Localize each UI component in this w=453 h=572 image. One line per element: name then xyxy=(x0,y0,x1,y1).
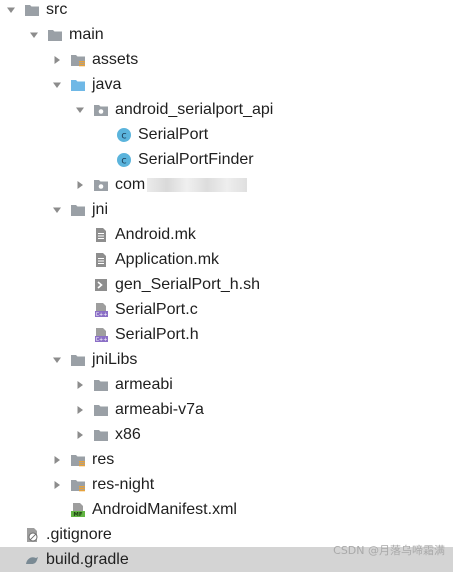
tree-item[interactable]: c SerialPortFinder xyxy=(0,147,453,172)
tree-item-label: src xyxy=(46,1,68,18)
cpp-file-icon: C++ xyxy=(93,302,109,318)
svg-text:C++: C++ xyxy=(96,337,108,343)
expand-arrow-icon[interactable] xyxy=(51,204,63,216)
tree-item[interactable]: android_serialport_api xyxy=(0,97,453,122)
tree-item[interactable]: assets xyxy=(0,47,453,72)
tree-item-label: armeabi xyxy=(115,376,173,393)
tree-item[interactable]: x86 xyxy=(0,422,453,447)
tree-item[interactable]: res xyxy=(0,447,453,472)
tree-item-label: assets xyxy=(92,51,139,68)
tree-item[interactable]: jni xyxy=(0,197,453,222)
redacted-blur xyxy=(147,177,248,192)
expand-arrow-icon[interactable] xyxy=(51,354,63,366)
folder-icon xyxy=(93,377,109,393)
tree-item[interactable]: c SerialPort xyxy=(0,122,453,147)
resource-folder-icon xyxy=(70,52,86,68)
tree-item-label: com xyxy=(115,176,146,193)
manifest-file-icon: MF xyxy=(70,502,86,518)
tree-item[interactable]: com xyxy=(0,172,453,197)
tree-item[interactable]: Android.mk xyxy=(0,222,453,247)
collapse-arrow-icon[interactable] xyxy=(74,379,86,391)
tree-item[interactable]: armeabi xyxy=(0,372,453,397)
watermark-text: CSDN @月落乌啼霜满 xyxy=(333,544,445,557)
tree-item-label: android_serialport_api xyxy=(115,101,274,118)
tree-item-label: res-night xyxy=(92,476,155,493)
tree-item[interactable]: java xyxy=(0,72,453,97)
folder-icon xyxy=(93,402,109,418)
tree-item-label: .gitignore xyxy=(46,526,112,543)
svg-text:c: c xyxy=(121,155,127,166)
resource-folder-icon xyxy=(70,452,86,468)
package-icon xyxy=(93,102,109,118)
svg-text:C++: C++ xyxy=(96,312,108,318)
shell-script-icon xyxy=(93,277,109,293)
tree-item[interactable]: MF AndroidManifest.xml xyxy=(0,497,453,522)
tree-item[interactable]: res-night xyxy=(0,472,453,497)
package-icon xyxy=(93,177,109,193)
tree-item-label: AndroidManifest.xml xyxy=(92,501,237,518)
tree-item[interactable]: armeabi-v7a xyxy=(0,397,453,422)
tree-item[interactable]: C++ SerialPort.h xyxy=(0,322,453,347)
tree-item-label: gen_SerialPort_h.sh xyxy=(115,276,260,293)
tree-item-label: res xyxy=(92,451,115,468)
tree-item-label: SerialPortFinder xyxy=(138,151,254,168)
text-file-icon xyxy=(93,252,109,268)
collapse-arrow-icon[interactable] xyxy=(51,54,63,66)
folder-icon xyxy=(70,202,86,218)
gradle-file-icon xyxy=(24,552,40,568)
tree-item[interactable]: src xyxy=(0,0,453,22)
resource-folder-icon xyxy=(70,477,86,493)
tree-item-label: SerialPort.h xyxy=(115,326,199,343)
tree-item-label: java xyxy=(92,76,122,93)
collapse-arrow-icon[interactable] xyxy=(74,429,86,441)
tree-item-label: Android.mk xyxy=(115,226,196,243)
class-icon: c xyxy=(116,152,132,168)
cpp-file-icon: C++ xyxy=(93,327,109,343)
folder-icon xyxy=(70,352,86,368)
tree-item[interactable]: main xyxy=(0,22,453,47)
tree-item-label: main xyxy=(69,26,104,43)
tree-item[interactable]: Application.mk xyxy=(0,247,453,272)
expand-arrow-icon[interactable] xyxy=(28,29,40,41)
tree-item-label: SerialPort.c xyxy=(115,301,198,318)
text-file-icon xyxy=(93,227,109,243)
collapse-arrow-icon[interactable] xyxy=(74,404,86,416)
collapse-arrow-icon[interactable] xyxy=(51,479,63,491)
gitignore-file-icon xyxy=(24,527,40,543)
tree-item-label: x86 xyxy=(115,426,141,443)
folder-icon xyxy=(24,2,40,18)
expand-arrow-icon[interactable] xyxy=(51,79,63,91)
class-icon: c xyxy=(116,127,132,143)
tree-item-label: jniLibs xyxy=(92,351,138,368)
tree-item-label: SerialPort xyxy=(138,126,209,143)
tree-item-label: armeabi-v7a xyxy=(115,401,204,418)
collapse-arrow-icon[interactable] xyxy=(51,454,63,466)
tree-item[interactable]: gen_SerialPort_h.sh xyxy=(0,272,453,297)
expand-arrow-icon[interactable] xyxy=(74,104,86,116)
folder-icon xyxy=(93,427,109,443)
collapse-arrow-icon[interactable] xyxy=(74,179,86,191)
tree-item[interactable]: C++ SerialPort.c xyxy=(0,297,453,322)
folder-icon xyxy=(47,27,63,43)
tree-item-label: build.gradle xyxy=(46,551,129,568)
tree-item[interactable]: jniLibs xyxy=(0,347,453,372)
expand-arrow-icon[interactable] xyxy=(5,4,17,16)
svg-text:MF: MF xyxy=(73,512,82,518)
project-file-tree: src main assets java android_serialport_apic… xyxy=(0,0,453,572)
tree-item-label: jni xyxy=(92,201,109,218)
tree-item-label: Application.mk xyxy=(115,251,220,268)
source-folder-icon xyxy=(70,77,86,93)
svg-text:c: c xyxy=(121,130,127,141)
